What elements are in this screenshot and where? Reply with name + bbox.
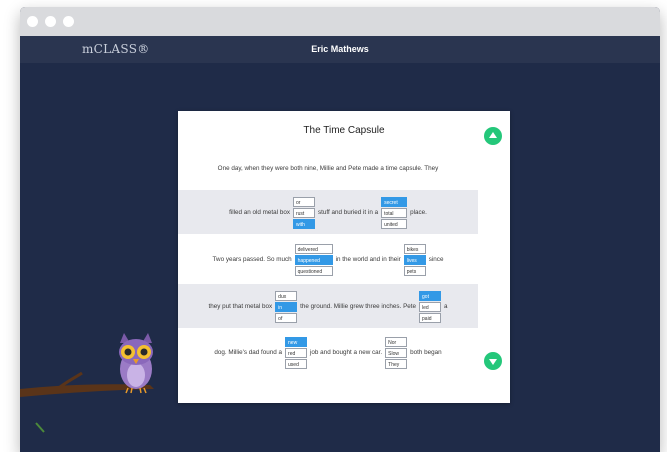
scroll-down-button[interactable] (484, 352, 502, 370)
word-option[interactable]: of (275, 312, 298, 323)
word-option-selected[interactable]: in (275, 301, 298, 312)
word-option-selected[interactable]: happened (294, 254, 333, 265)
reading-panel: The Time Capsule One day, when they were… (178, 111, 510, 403)
window-titlebar (20, 7, 660, 36)
word-option[interactable]: bikes (403, 243, 426, 254)
passage-text: they put that metal box (208, 302, 273, 310)
word-option[interactable]: paid (419, 312, 442, 323)
window-dot-icon (45, 16, 56, 27)
passage-text: job and bought a new car. (310, 348, 383, 356)
passage-text: in the world and in their (335, 255, 401, 263)
word-option[interactable]: Slow (385, 347, 408, 358)
word-choice-group: dux in of (275, 290, 298, 323)
passage-text: Two years passed. So much (212, 255, 292, 263)
owl-mascot-icon (119, 333, 153, 394)
passage-row: they put that metal box dux in of the gr… (178, 284, 478, 328)
word-option[interactable]: rust (292, 207, 315, 218)
word-option-selected[interactable]: secret (381, 196, 408, 207)
word-option[interactable]: They (385, 358, 408, 369)
passage-row: Two years passed. So much delivered happ… (178, 237, 478, 281)
user-name: Eric Mathews (311, 44, 369, 54)
word-option[interactable]: Nor (385, 336, 408, 347)
passage-title: The Time Capsule (303, 125, 385, 136)
window-dot-icon (63, 16, 74, 27)
word-option[interactable]: pets (403, 265, 426, 276)
word-option-selected[interactable]: new (285, 336, 308, 347)
app-header: mCLASS® Eric Mathews (20, 36, 660, 63)
word-option[interactable]: dux (275, 290, 298, 301)
passage-row: dog. Millie's dad found a new red used j… (178, 330, 478, 374)
passage-text: One day, when they were both nine, Milli… (217, 164, 439, 172)
word-option[interactable]: questioned (294, 265, 333, 276)
word-option[interactable]: delivered (294, 243, 333, 254)
word-option-selected[interactable]: got (419, 290, 442, 301)
scroll-up-button[interactable] (484, 127, 502, 145)
word-option[interactable]: red (285, 347, 308, 358)
word-option[interactable]: total (381, 207, 408, 218)
word-choice-group: new red used (285, 336, 308, 369)
app-window: mCLASS® Eric Mathews The Time Capsule On… (20, 7, 660, 452)
word-option-selected[interactable]: with (292, 218, 315, 229)
passage-text: since (428, 255, 444, 263)
passage-text: filled an old metal box (229, 208, 290, 216)
word-choice-group: Nor Slow They (385, 336, 408, 369)
word-option[interactable]: led (419, 301, 442, 312)
passage-text: a (444, 302, 448, 310)
word-option[interactable]: used (285, 358, 308, 369)
word-choice-group: delivered happened questioned (294, 243, 333, 276)
passage-text: place. (410, 208, 427, 216)
passage-text: the ground. Millie grew three inches. Pe… (300, 302, 417, 310)
window-dot-icon (27, 16, 38, 27)
passage-intro-row: One day, when they were both nine, Milli… (178, 146, 478, 190)
passage-row: filled an old metal box or rust with stu… (178, 190, 478, 234)
word-option[interactable]: united (381, 218, 408, 229)
word-choice-group: or rust with (292, 196, 315, 229)
passage-text: stuff and buried it in a (317, 208, 379, 216)
word-option[interactable]: or (292, 196, 315, 207)
word-option-selected[interactable]: lives (403, 254, 426, 265)
passage-text: both began (410, 348, 442, 356)
word-choice-group: bikes lives pets (403, 243, 426, 276)
passage-text: dog. Millie's dad found a (214, 348, 283, 356)
word-choice-group: secret total united (381, 196, 408, 229)
activity-scene: The Time Capsule One day, when they were… (20, 63, 660, 452)
word-choice-group: got led paid (419, 290, 442, 323)
